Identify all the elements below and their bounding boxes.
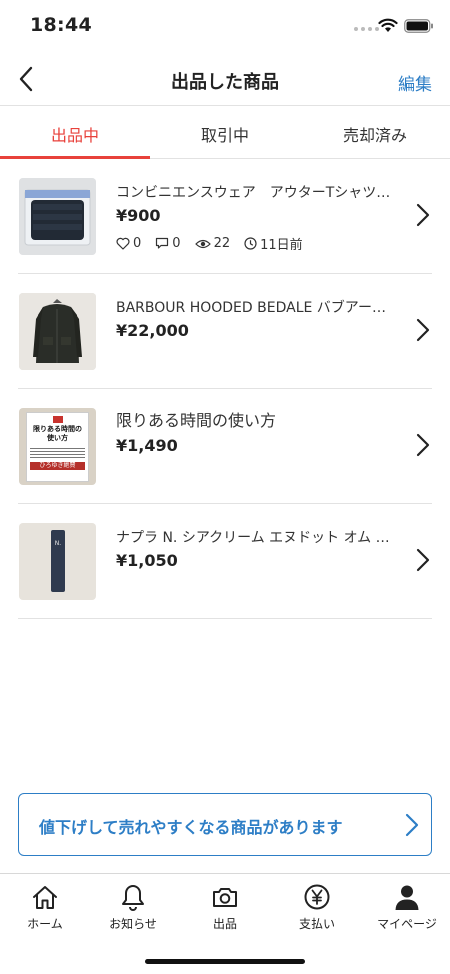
chevron-right-icon: [416, 548, 430, 572]
cellular-signal-icon: [354, 27, 379, 31]
tab-label: マイページ: [377, 917, 437, 931]
item-title: BARBOUR HOODED BEDALE バブアー…: [116, 300, 386, 316]
wifi-icon: [378, 18, 398, 32]
item-title: コンビニエンスウェア アウターTシャツ…: [116, 185, 391, 201]
list-item[interactable]: コンビニエンスウェア アウターTシャツ… ¥900 0 0 22 11日前: [18, 159, 432, 274]
status-time: 18:44: [30, 14, 92, 36]
bell-icon: [122, 885, 144, 911]
book-cover: 限りある時間の使い方 ひろゆき絶賛: [26, 412, 89, 482]
item-thumbnail: [19, 178, 96, 255]
book-cover-author: ひろゆき絶賛: [30, 462, 85, 470]
home-icon: [33, 886, 57, 909]
clock-icon: [244, 237, 257, 250]
banner-text: 値下げして売れやすくなる商品があります: [39, 818, 343, 837]
tab-sold[interactable]: 売却済み: [300, 107, 450, 158]
bottom-tab-bar: ホーム お知らせ 出品 支払い マイページ: [0, 873, 450, 974]
heart-icon: [116, 237, 130, 250]
like-count: 0: [133, 236, 142, 251]
book-cover-title: 限りある時間の使い方: [33, 425, 82, 442]
item-thumbnail: [19, 293, 96, 370]
item-price: ¥900: [116, 206, 161, 225]
tab-label: お知らせ: [109, 917, 157, 931]
tab-payment[interactable]: 支払い: [272, 882, 362, 932]
price-drop-banner[interactable]: 値下げして売れやすくなる商品があります: [18, 793, 432, 856]
status-bar: 18:44: [0, 0, 450, 52]
item-title: 限りある時間の使い方: [116, 411, 277, 430]
tab-home[interactable]: ホーム: [0, 882, 90, 932]
tab-mypage[interactable]: マイページ: [362, 882, 450, 932]
list-item[interactable]: N. ナプラ N. シアクリーム エヌドット オム S… ¥1,050: [18, 504, 432, 619]
tab-in-transaction[interactable]: 取引中: [150, 107, 300, 158]
chevron-right-icon: [416, 433, 430, 457]
tab-bar-segment: 出品中 取引中 売却済み: [0, 107, 450, 159]
item-thumbnail: N.: [19, 523, 96, 600]
view-count: 22: [213, 236, 231, 251]
eye-icon: [194, 239, 211, 248]
chevron-right-icon: [416, 203, 430, 227]
tab-label: ホーム: [27, 917, 63, 931]
tab-notifications[interactable]: お知らせ: [88, 882, 178, 932]
page-title: 出品した商品: [171, 72, 279, 93]
bottle-label: N.: [54, 540, 62, 547]
comment-icon: [156, 237, 169, 249]
item-list: コンビニエンスウェア アウターTシャツ… ¥900 0 0 22 11日前 BA…: [0, 159, 450, 619]
comment-count: 0: [172, 236, 181, 251]
yen-icon: [304, 884, 330, 910]
edit-button[interactable]: 編集: [398, 70, 432, 95]
home-indicator: [145, 959, 305, 964]
list-item[interactable]: 限りある時間の使い方 ひろゆき絶賛 限りある時間の使い方 ¥1,490: [18, 389, 432, 504]
tab-label: 出品: [212, 917, 237, 931]
chevron-right-icon: [405, 813, 419, 837]
chevron-right-icon: [416, 318, 430, 342]
listed-time: 11日前: [260, 238, 303, 253]
tab-label: 支払い: [298, 917, 335, 931]
tab-sell[interactable]: 出品: [180, 882, 270, 932]
item-price: ¥1,490: [116, 436, 178, 455]
nav-bar: 出品した商品 編集: [0, 52, 450, 106]
item-stats: 0 0 22 11日前: [116, 234, 303, 253]
tab-listing[interactable]: 出品中: [0, 107, 150, 159]
camera-icon: [213, 888, 237, 907]
battery-icon: [404, 19, 433, 33]
person-icon: [395, 885, 419, 910]
item-title: ナプラ N. シアクリーム エヌドット オム S…: [116, 530, 396, 546]
item-price: ¥22,000: [116, 321, 189, 340]
item-price: ¥1,050: [116, 551, 178, 570]
list-item[interactable]: BARBOUR HOODED BEDALE バブアー… ¥22,000: [18, 274, 432, 389]
item-thumbnail: 限りある時間の使い方 ひろゆき絶賛: [19, 408, 96, 485]
product-bottle: N.: [51, 530, 65, 592]
